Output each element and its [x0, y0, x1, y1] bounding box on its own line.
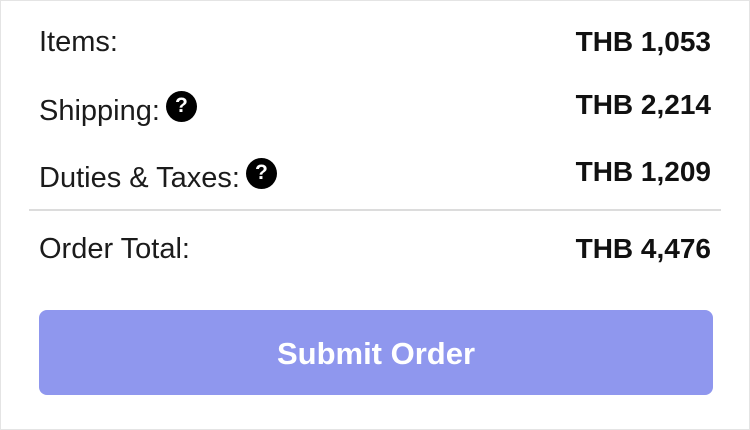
items-row: Items: THB 1,053 [39, 22, 711, 62]
question-circle-icon[interactable]: ? [245, 157, 277, 189]
submit-order-button[interactable]: Submit Order [39, 310, 713, 395]
shipping-amount: THB 2,214 [575, 89, 711, 120]
order-total-label: Order Total: [39, 233, 190, 265]
summary-divider [29, 209, 721, 211]
duties-label: Duties & Taxes: [39, 162, 240, 194]
items-amount: THB 1,053 [575, 26, 711, 57]
order-summary-panel: Items: THB 1,053 Shipping: ? THB 2,214 D… [0, 0, 750, 430]
order-total-row: Order Total: THB 4,476 [39, 229, 711, 269]
duties-row: Duties & Taxes: ? THB 1,209 [39, 152, 711, 194]
shipping-label: Shipping: [39, 95, 160, 127]
shipping-row: Shipping: ? THB 2,214 [39, 85, 711, 127]
question-circle-icon[interactable]: ? [165, 90, 197, 122]
duties-label-group: Duties & Taxes: ? [39, 157, 277, 198]
items-label: Items: [39, 26, 118, 58]
duties-amount: THB 1,209 [575, 156, 711, 187]
shipping-label-group: Shipping: ? [39, 90, 197, 131]
order-total-amount: THB 4,476 [575, 233, 711, 264]
